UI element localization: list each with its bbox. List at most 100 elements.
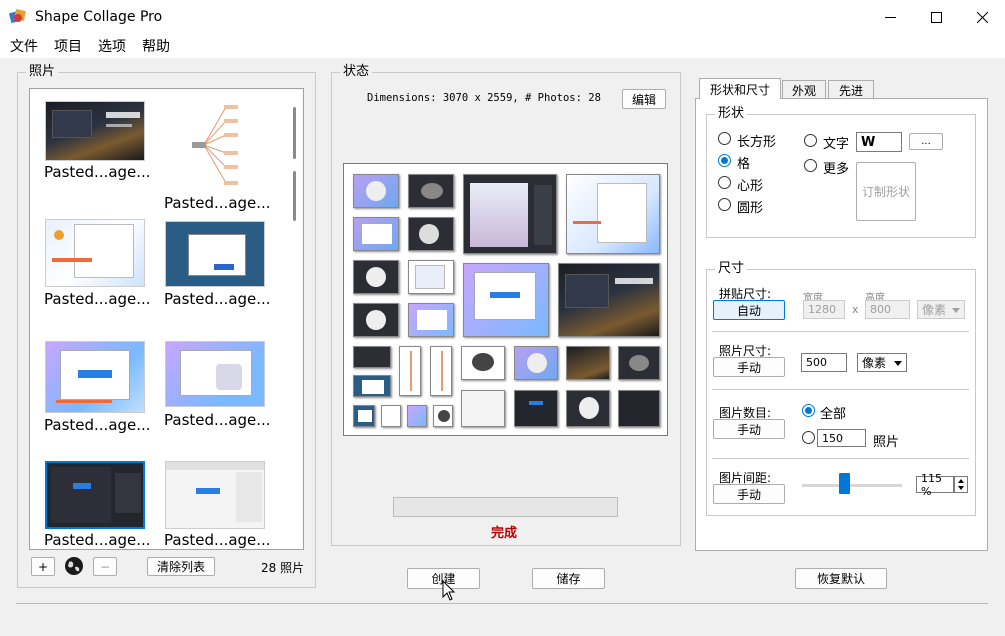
menu-options[interactable]: 选项 xyxy=(92,36,132,56)
spacing-manual-button[interactable]: 手动 xyxy=(713,484,785,504)
maximize-button[interactable] xyxy=(913,0,959,34)
menu-help[interactable]: 帮助 xyxy=(136,36,176,56)
photo-item[interactable]: Pasted...age... xyxy=(44,219,154,309)
radio-heart[interactable] xyxy=(718,176,731,189)
radio-text[interactable] xyxy=(804,134,817,147)
spacing-slider[interactable] xyxy=(802,473,902,494)
photo-thumbnail xyxy=(45,101,145,161)
collage-height-input[interactable]: 800 xyxy=(865,300,910,319)
photo-size-unit-select[interactable]: 像素 xyxy=(857,353,907,372)
close-button[interactable] xyxy=(959,0,1005,34)
photo-count-unit: 照片 xyxy=(873,435,900,450)
collage-width-input[interactable]: 1280 xyxy=(803,300,845,319)
preview-photo xyxy=(461,346,505,380)
menu-project[interactable]: 项目 xyxy=(48,36,88,56)
custom-shape-button[interactable]: 订制形状 xyxy=(856,162,916,221)
photo-count-input[interactable]: 150 xyxy=(817,429,866,447)
photo-size-manual-button[interactable]: 手动 xyxy=(713,357,785,377)
photo-thumbnail xyxy=(184,101,244,193)
reset-defaults-button[interactable]: 恢复默认 xyxy=(795,568,887,589)
photo-size-input[interactable]: 500 xyxy=(801,353,847,372)
chevron-down-icon xyxy=(952,307,960,313)
clear-list-button[interactable]: 清除列表 xyxy=(147,557,215,576)
preview-photo xyxy=(353,174,399,208)
preview-photo xyxy=(353,260,399,294)
photos-group-title: 照片 xyxy=(26,64,59,80)
photo-thumbnail xyxy=(165,221,265,287)
photo-list-scrollbar[interactable] xyxy=(287,89,303,549)
spacing-spinner[interactable] xyxy=(954,476,968,493)
preview-photo xyxy=(353,375,391,397)
photo-item[interactable]: Pasted...age... xyxy=(164,461,274,549)
status-group-title: 状态 xyxy=(340,64,373,80)
preview-photo xyxy=(463,174,557,254)
photo-thumbnail xyxy=(45,341,145,413)
preview-photo xyxy=(408,217,454,251)
edit-button[interactable]: 编辑 xyxy=(622,89,666,109)
radio-more-label: 更多 xyxy=(823,162,850,177)
slider-thumb[interactable] xyxy=(839,473,850,494)
radio-grid-label: 格 xyxy=(737,157,751,172)
preview-photo xyxy=(381,405,401,427)
remove-photo-button[interactable]: − xyxy=(93,557,117,576)
shape-text-input[interactable]: W xyxy=(856,132,902,152)
maximize-icon xyxy=(930,11,942,23)
photo-label: Pasted...age... xyxy=(164,411,271,429)
radio-circle[interactable] xyxy=(718,198,731,211)
close-icon xyxy=(976,11,988,23)
photo-item[interactable]: Pasted...age... xyxy=(164,101,274,213)
size-group-title: 尺寸 xyxy=(715,261,748,277)
radio-heart-label: 心形 xyxy=(737,179,764,194)
tab-advanced[interactable]: 先进 xyxy=(828,80,874,99)
radio-photo-count[interactable] xyxy=(802,431,815,444)
photo-item[interactable]: Pasted...age... xyxy=(44,341,154,436)
scrollbar-thumb-secondary[interactable] xyxy=(293,171,296,221)
photo-label: Pasted...age... xyxy=(164,531,271,549)
photo-count-manual-button[interactable]: 手动 xyxy=(713,419,785,439)
globe-icon xyxy=(65,557,83,575)
photo-label: Pasted...age... xyxy=(164,194,271,212)
add-photo-button[interactable]: + xyxy=(31,557,55,576)
radio-circle-label: 圆形 xyxy=(737,201,764,216)
save-button[interactable]: 储存 xyxy=(532,568,605,589)
radio-grid[interactable] xyxy=(718,154,731,167)
divider xyxy=(712,458,969,459)
radio-rectangle[interactable] xyxy=(718,132,731,145)
photo-item[interactable]: Pasted...age... xyxy=(164,219,274,309)
size-x-label: x xyxy=(852,303,859,316)
menu-file[interactable]: 文件 xyxy=(4,36,44,56)
collage-size-auto-button[interactable]: 自动 xyxy=(713,300,785,320)
photo-thumbnail xyxy=(165,461,265,529)
photo-item[interactable]: Pasted...age... xyxy=(44,461,154,549)
preview-photo xyxy=(461,390,505,427)
photo-item[interactable]: Pasted...age... xyxy=(44,101,154,191)
photo-list[interactable]: Pasted...age... Pasted...age... Pasted..… xyxy=(29,88,304,550)
collage-preview[interactable] xyxy=(343,163,668,436)
photo-label: Pasted...age... xyxy=(44,163,151,181)
preview-photo xyxy=(463,263,549,337)
slider-track xyxy=(802,484,902,487)
text-font-button[interactable]: ... xyxy=(909,133,943,150)
preview-photo xyxy=(618,390,660,427)
scrollbar-thumb[interactable] xyxy=(293,107,296,159)
tab-shape-size[interactable]: 形状和尺寸 xyxy=(699,78,781,99)
spacing-value-input[interactable]: 115 % xyxy=(916,472,954,498)
divider xyxy=(712,389,969,390)
preview-photo xyxy=(430,346,452,396)
minimize-button[interactable] xyxy=(867,0,913,34)
minimize-icon xyxy=(884,16,896,18)
preview-photo xyxy=(408,174,454,208)
preview-photo xyxy=(399,346,421,396)
add-web-photo-button[interactable] xyxy=(62,555,86,577)
mouse-cursor-icon xyxy=(442,580,456,601)
photo-item[interactable]: Pasted...age... xyxy=(164,341,274,436)
photo-count: 28 照片 xyxy=(261,561,305,575)
progress-bar xyxy=(393,497,618,517)
collage-unit-select[interactable]: 像素 xyxy=(917,300,965,319)
radio-more[interactable] xyxy=(804,159,817,172)
shape-group-title: 形状 xyxy=(715,106,748,122)
radio-all-photos[interactable] xyxy=(802,404,815,417)
tab-appearance[interactable]: 外观 xyxy=(782,80,826,99)
preview-photo xyxy=(408,303,454,337)
preview-photo xyxy=(353,303,399,337)
